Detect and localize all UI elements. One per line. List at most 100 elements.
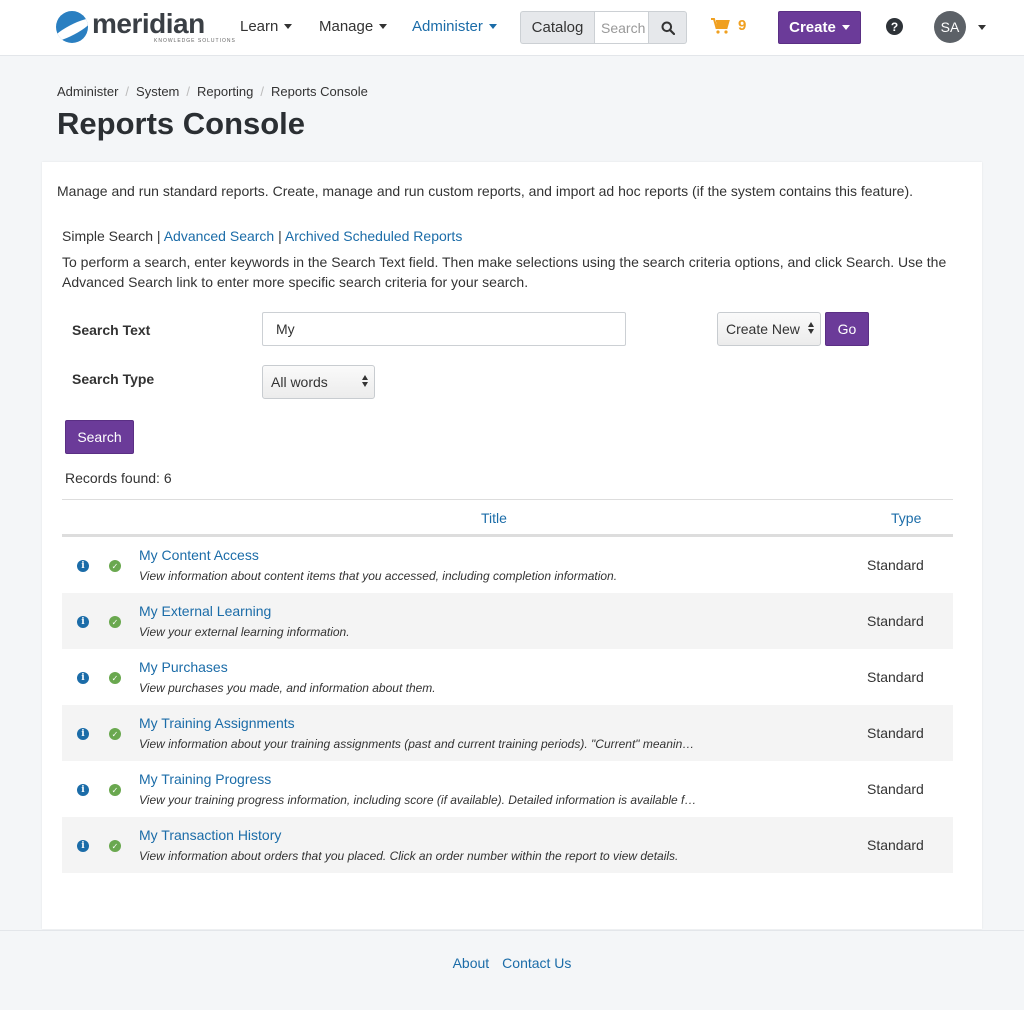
report-type: Standard [867, 613, 924, 629]
simple-search-label: Simple Search [62, 228, 154, 244]
info-icon[interactable]: i [77, 840, 89, 852]
pipe-separator: | [274, 228, 285, 244]
nav-administer-label: Administer [412, 18, 483, 35]
meridian-logo[interactable]: meridian KNOWLEDGE SOLUTIONS [56, 10, 236, 44]
report-title-link[interactable]: My Content Access [139, 547, 259, 563]
nav-manage-menu[interactable]: Manage [319, 18, 388, 35]
report-type: Standard [867, 669, 924, 685]
type-column-header[interactable]: Type [891, 510, 921, 526]
help-icon[interactable]: ? [886, 18, 903, 35]
info-icon[interactable]: i [77, 784, 89, 796]
report-title-link[interactable]: My Transaction History [139, 827, 281, 843]
search-button[interactable]: Search [65, 420, 134, 454]
breadcrumb-administer[interactable]: Administer [57, 84, 118, 99]
create-button[interactable]: Create [778, 11, 861, 44]
search-mode-links: Simple Search | Advanced Search | Archiv… [62, 228, 462, 244]
report-description: View information about your training ass… [139, 737, 699, 751]
cart-count: 9 [738, 17, 747, 34]
info-icon[interactable]: i [77, 616, 89, 628]
catalog-search-group: Catalog Search [520, 11, 687, 44]
nav-learn-label: Learn [240, 18, 279, 35]
report-title-link[interactable]: My Training Assignments [139, 715, 295, 731]
breadcrumb-current: Reports Console [271, 84, 368, 99]
check-circle-icon: ✓ [109, 784, 121, 796]
footer-divider [0, 930, 1024, 931]
catalog-search-button[interactable] [649, 11, 687, 44]
about-link[interactable]: About [453, 955, 490, 971]
report-type: Standard [867, 781, 924, 797]
breadcrumb: Administer / System / Reporting / Reports C… [57, 84, 368, 99]
contact-us-link[interactable]: Contact Us [502, 955, 571, 971]
shopping-cart[interactable]: 9 [711, 17, 746, 34]
search-type-select[interactable]: All words [262, 365, 375, 399]
breadcrumb-separator: / [186, 84, 191, 99]
cart-icon [711, 17, 730, 34]
table-row: i ✓ My Purchases View purchases you made… [62, 649, 953, 705]
search-instructions: To perform a search, enter keywords in t… [62, 254, 947, 290]
pipe-separator: | [153, 228, 164, 244]
go-button[interactable]: Go [825, 312, 869, 346]
chevron-down-icon [284, 24, 293, 29]
catalog-button[interactable]: Catalog [520, 11, 594, 44]
table-row: i ✓ My Transaction History View informat… [62, 817, 953, 873]
table-row: i ✓ My Content Access View information a… [62, 537, 953, 593]
search-type-value: All words [271, 374, 328, 390]
create-new-select[interactable]: Create New [717, 312, 821, 346]
catalog-search-input[interactable]: Search [594, 11, 649, 44]
table-row: i ✓ My Training Assignments View informa… [62, 705, 953, 761]
reports-panel: Manage and run standard reports. Create,… [42, 162, 982, 929]
report-description: View your external learning information. [139, 625, 350, 639]
archived-scheduled-reports-link[interactable]: Archived Scheduled Reports [285, 228, 462, 244]
check-circle-icon: ✓ [109, 672, 121, 684]
breadcrumb-reporting[interactable]: Reporting [197, 84, 253, 99]
records-found: Records found: 6 [65, 470, 172, 486]
nav-learn-menu[interactable]: Learn [240, 18, 293, 35]
breadcrumb-separator: / [260, 84, 265, 99]
top-navbar: meridian KNOWLEDGE SOLUTIONS Learn Manag… [0, 0, 1024, 56]
avatar-chevron-down-icon[interactable] [978, 25, 986, 30]
info-icon[interactable]: i [77, 560, 89, 572]
logo-tagline: KNOWLEDGE SOLUTIONS [154, 38, 236, 44]
chevron-down-icon [841, 25, 850, 30]
breadcrumb-separator: / [125, 84, 130, 99]
select-arrows-icon [362, 375, 368, 387]
info-icon[interactable]: i [77, 672, 89, 684]
advanced-search-link[interactable]: Advanced Search [164, 228, 275, 244]
report-title-link[interactable]: My External Learning [139, 603, 271, 619]
report-type: Standard [867, 557, 924, 573]
table-row: i ✓ My Training Progress View your train… [62, 761, 953, 817]
report-description: View purchases you made, and information… [139, 681, 436, 695]
report-type: Standard [867, 725, 924, 741]
footer: About Contact Us [0, 955, 1024, 971]
search-icon [661, 21, 675, 35]
select-arrows-icon [808, 322, 814, 334]
search-text-input[interactable]: My [262, 312, 626, 346]
breadcrumb-system[interactable]: System [136, 84, 179, 99]
nav-administer-menu[interactable]: Administer [412, 18, 497, 35]
check-circle-icon: ✓ [109, 840, 121, 852]
report-title-link[interactable]: My Training Progress [139, 771, 271, 787]
page-title: Reports Console [57, 106, 306, 141]
check-circle-icon: ✓ [109, 560, 121, 572]
report-type: Standard [867, 837, 924, 853]
check-circle-icon: ✓ [109, 728, 121, 740]
create-new-value: Create New [726, 321, 800, 337]
nav-manage-label: Manage [319, 18, 374, 35]
intro-text: Manage and run standard reports. Create,… [57, 183, 913, 199]
chevron-down-icon [379, 24, 388, 29]
create-label: Create [789, 19, 836, 36]
info-icon[interactable]: i [77, 728, 89, 740]
user-avatar[interactable]: SA [934, 11, 966, 43]
search-text-label: Search Text [72, 322, 151, 338]
check-circle-icon: ✓ [109, 616, 121, 628]
title-column-header[interactable]: Title [481, 510, 507, 526]
report-description: View information about orders that you p… [139, 849, 679, 863]
chevron-down-icon [488, 24, 497, 29]
report-description: View information about content items tha… [139, 569, 618, 583]
report-title-link[interactable]: My Purchases [139, 659, 228, 675]
search-type-label: Search Type [72, 371, 155, 387]
logo-mark-icon [56, 11, 88, 43]
table-row: i ✓ My External Learning View your exter… [62, 593, 953, 649]
table-header: Title Type [62, 499, 953, 537]
report-description: View your training progress information,… [139, 793, 699, 807]
